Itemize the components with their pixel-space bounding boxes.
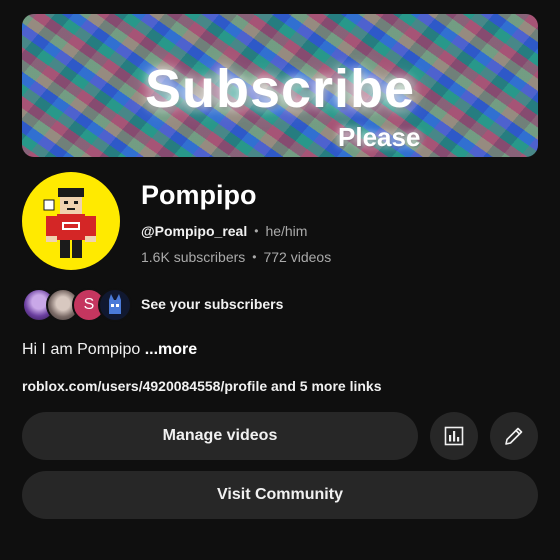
visit-community-button[interactable]: Visit Community xyxy=(22,471,538,519)
separator-dot: • xyxy=(252,250,257,264)
character-icon xyxy=(109,294,121,314)
subscriber-avatar xyxy=(98,288,132,322)
channel-handle-row: @Pompipo_real • he/him xyxy=(141,223,307,239)
channel-handle: @Pompipo_real xyxy=(141,223,248,239)
channel-name: Pompipo xyxy=(141,180,257,210)
edit-channel-button[interactable] xyxy=(490,412,538,460)
video-count: 772 videos xyxy=(263,249,332,265)
subscriber-avatars[interactable]: S xyxy=(22,288,132,322)
banner-subtitle: Please xyxy=(338,122,421,152)
channel-links[interactable]: roblox.com/users/4920084558/profile and … xyxy=(22,378,382,394)
channel-pronouns: he/him xyxy=(265,223,308,239)
channel-description[interactable]: Hi I am Pompipo ...more xyxy=(22,341,197,359)
analytics-button[interactable] xyxy=(430,412,478,460)
description-text: Hi I am Pompipo xyxy=(22,341,145,358)
see-subscribers-link[interactable]: See your subscribers xyxy=(141,296,283,312)
manage-videos-button[interactable]: Manage videos xyxy=(22,412,418,460)
banner-title: Subscribe xyxy=(144,59,416,119)
roblox-avatar-icon xyxy=(43,188,96,258)
bar-chart-icon xyxy=(444,426,464,446)
channel-banner: Subscribe Please xyxy=(22,14,538,157)
pencil-icon xyxy=(505,427,523,445)
separator-dot: • xyxy=(254,224,259,238)
more-link[interactable]: ...more xyxy=(145,341,197,358)
subscriber-count: 1.6K subscribers xyxy=(141,249,246,265)
channel-avatar[interactable] xyxy=(22,172,120,270)
channel-stats-row: 1.6K subscribers • 772 videos xyxy=(141,249,331,265)
